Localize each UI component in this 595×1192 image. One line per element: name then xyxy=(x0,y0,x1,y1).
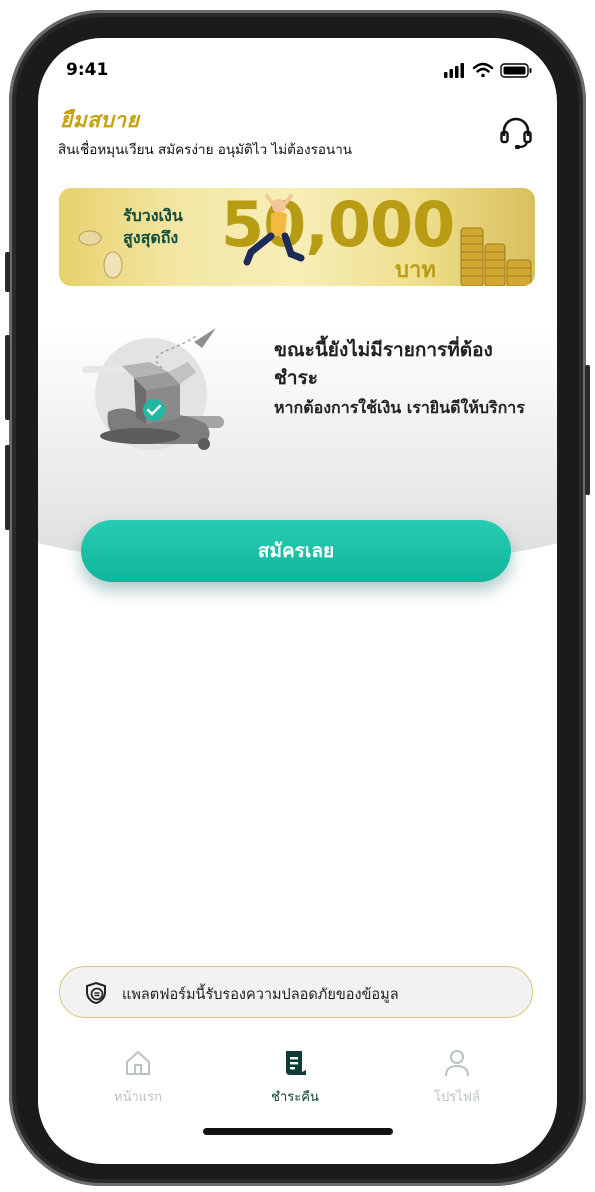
shield-icon xyxy=(86,981,106,1005)
empty-state-title: ขณะนี้ยังไม่มีรายการที่ต้องชำระ xyxy=(274,339,493,389)
banner-unit: บาท xyxy=(395,258,436,283)
battery-icon xyxy=(500,63,532,78)
home-indicator xyxy=(203,1128,393,1135)
peanut-icon xyxy=(78,230,102,246)
promo-banner[interactable]: รับวงเงิน สูงสุดถึง 50,000 บาท xyxy=(59,188,535,286)
security-note-text: แพลตฟอร์มนี้รับรองความปลอดภัยของข้อมูล xyxy=(122,987,399,1003)
user-icon xyxy=(445,1050,469,1077)
tagline: สินเชื่อหมุนเวียน สมัครง่าย อนุมัติไว ไม… xyxy=(58,142,353,158)
tab-repay[interactable]: ชำระคืน xyxy=(235,1048,355,1118)
volume-up-button xyxy=(5,335,10,420)
tab-home[interactable]: หน้าแรก xyxy=(78,1048,198,1118)
peanut-icon xyxy=(103,251,123,279)
coins-icon xyxy=(460,227,532,286)
tab-bar: หน้าแรก ชำระคืน โปรไฟล์ xyxy=(38,1048,557,1128)
tab-home-label: หน้าแรก xyxy=(114,1090,162,1105)
bill-icon xyxy=(286,1051,306,1075)
headset-icon[interactable] xyxy=(497,114,535,152)
app-screen: 9:41 ยืมสบาย สินเชื่อหมุนเวียน สมัครง่าย… xyxy=(38,38,557,1164)
home-icon xyxy=(126,1050,150,1075)
tab-profile[interactable]: โปรไฟล์ xyxy=(397,1048,517,1118)
wifi-icon xyxy=(472,62,494,78)
empty-box-icon xyxy=(82,328,224,450)
security-note: แพลตฟอร์มนี้รับรองความปลอดภัยของข้อมูล xyxy=(59,966,533,1018)
signal-icon xyxy=(444,63,464,78)
banner-line2: สูงสุดถึง xyxy=(123,228,179,247)
empty-state-subtitle: หากต้องการใช้เงิน เรายินดีให้บริการ xyxy=(274,398,525,417)
brand-logo: ยืมสบาย xyxy=(60,107,140,132)
apply-button[interactable]: สมัครเลย xyxy=(81,520,511,582)
mute-switch xyxy=(5,252,10,292)
status-icons xyxy=(444,62,532,78)
volume-down-button xyxy=(5,445,10,530)
power-button xyxy=(585,365,590,495)
tab-profile-label: โปรไฟล์ xyxy=(434,1090,480,1105)
jumping-person-icon xyxy=(243,194,305,266)
tab-repay-label: ชำระคืน xyxy=(271,1090,319,1105)
status-time: 9:41 xyxy=(66,60,109,80)
